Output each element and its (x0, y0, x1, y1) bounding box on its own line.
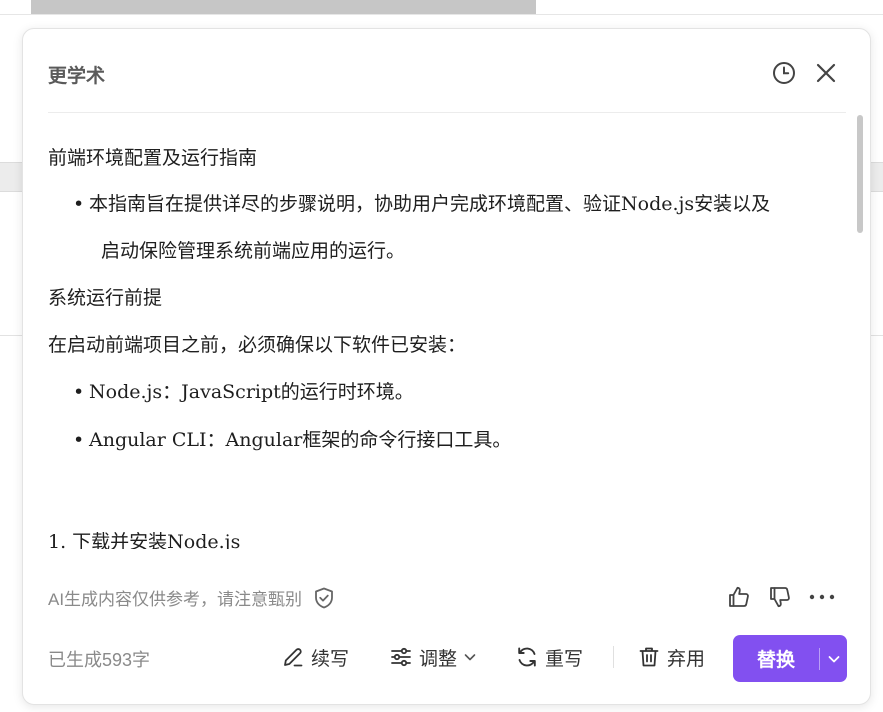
more-options-button[interactable] (808, 583, 836, 611)
header-divider (48, 112, 846, 113)
like-button[interactable] (725, 583, 753, 611)
chevron-down-icon (464, 654, 476, 661)
action-separator (613, 646, 614, 668)
background-toolbar (31, 0, 536, 14)
section-heading: 前端环境配置及运行指南 (48, 147, 258, 169)
pen-icon (284, 648, 303, 667)
panel-title: 更学术 (48, 65, 106, 87)
discard-label: 弃用 (667, 647, 706, 670)
list-item-text: Node.js：JavaScript的运行时环境。 (89, 381, 414, 403)
thumbs-up-icon (729, 586, 749, 607)
ai-disclaimer: AI生成内容仅供参考，请注意甄别 (48, 585, 336, 610)
continue-writing-button[interactable]: 续写 (281, 641, 349, 673)
generated-content: 前端环境配置及运行指南 • 本指南旨在提供详尽的步骤说明，协助用户完成环境配置、验… (48, 137, 848, 549)
thumbs-down-icon (770, 587, 790, 608)
list-item: • Angular CLI：Angular框架的命令行接口工具。 (73, 425, 511, 452)
adjust-dropdown-button[interactable]: 调整 (389, 641, 477, 673)
ai-writing-panel: 更学术 前端环境配置及运行指南 • 本指南旨在提供详尽的步骤说明，协助用户完成环境… (22, 28, 871, 705)
close-icon (816, 63, 836, 83)
section-heading: 系统运行前提 (48, 287, 163, 309)
history-button[interactable] (771, 60, 797, 86)
chevron-down-icon (828, 655, 839, 662)
rewrite-button[interactable]: 重写 (515, 641, 583, 673)
background-row-right (869, 162, 883, 192)
rewrite-label: 重写 (545, 647, 584, 670)
refresh-icon (518, 647, 536, 667)
trash-icon (639, 647, 659, 667)
bullet: • (73, 193, 85, 215)
paragraph: 在启动前端项目之前，必须确保以下软件已安装： (48, 334, 467, 356)
scrollbar-thumb[interactable] (857, 115, 863, 233)
bullet: • (73, 381, 85, 403)
dislike-button[interactable] (766, 583, 794, 611)
list-item-text: Angular CLI：Angular框架的命令行接口工具。 (89, 429, 512, 451)
list-item: • Node.js：JavaScript的运行时环境。 (73, 377, 414, 404)
word-count: 已生成593字 (48, 650, 151, 670)
background-block-right (869, 190, 883, 336)
replace-options-toggle[interactable] (820, 654, 847, 664)
background-row-left (0, 162, 22, 192)
background-divider (0, 14, 883, 15)
sliders-icon (391, 647, 411, 667)
continue-writing-label: 续写 (311, 647, 350, 670)
list-item: • 本指南旨在提供详尽的步骤说明，协助用户完成环境配置、验证Node.js安装以及 (73, 189, 770, 216)
close-button[interactable] (813, 60, 839, 86)
list-item-text: 本指南旨在提供详尽的步骤说明，协助用户完成环境配置、验证Node.js安装以及 (89, 193, 771, 215)
shield-check-icon (315, 587, 333, 608)
replace-button[interactable]: 替换 (733, 635, 847, 682)
list-item-continuation: 启动保险管理系统前端应用的运行。 (101, 240, 406, 262)
bullet: • (73, 429, 85, 451)
replace-label: 替换 (756, 649, 795, 671)
more-dots-icon (809, 594, 835, 600)
disclaimer-text: AI生成内容仅供参考，请注意甄别 (48, 590, 303, 609)
discard-button[interactable]: 弃用 (637, 641, 705, 673)
clock-icon (773, 62, 795, 84)
adjust-label: 调整 (419, 647, 458, 670)
step-heading: 1. 下载并安装Node.js (48, 531, 241, 549)
background-block-left (0, 190, 22, 336)
